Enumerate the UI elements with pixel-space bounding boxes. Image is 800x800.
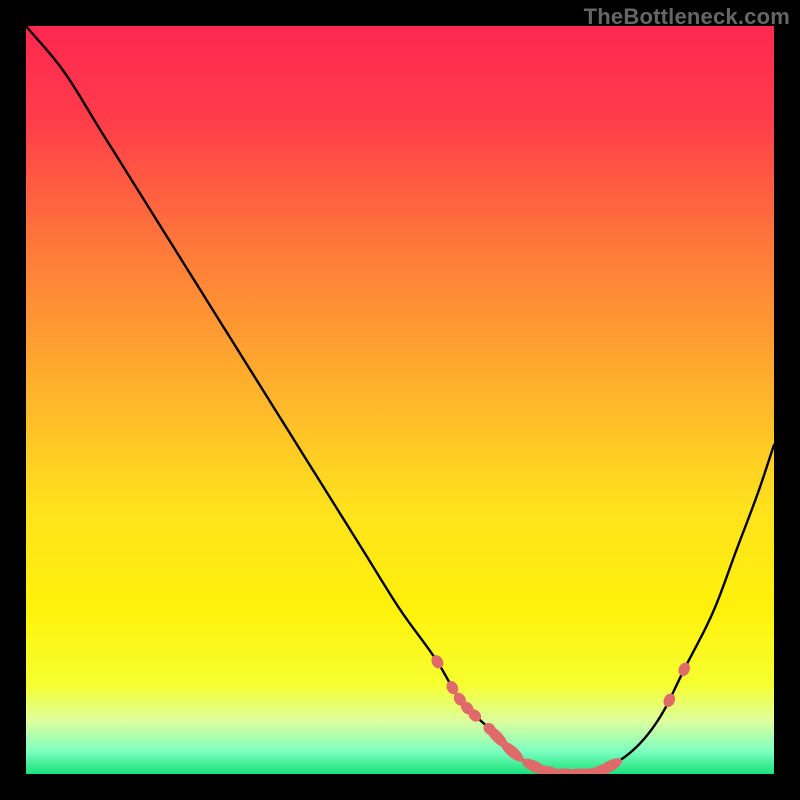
chart-stage: TheBottleneck.com <box>0 0 800 800</box>
plot-background <box>26 26 774 774</box>
chart-svg <box>0 0 800 800</box>
watermark-text: TheBottleneck.com <box>584 4 790 30</box>
